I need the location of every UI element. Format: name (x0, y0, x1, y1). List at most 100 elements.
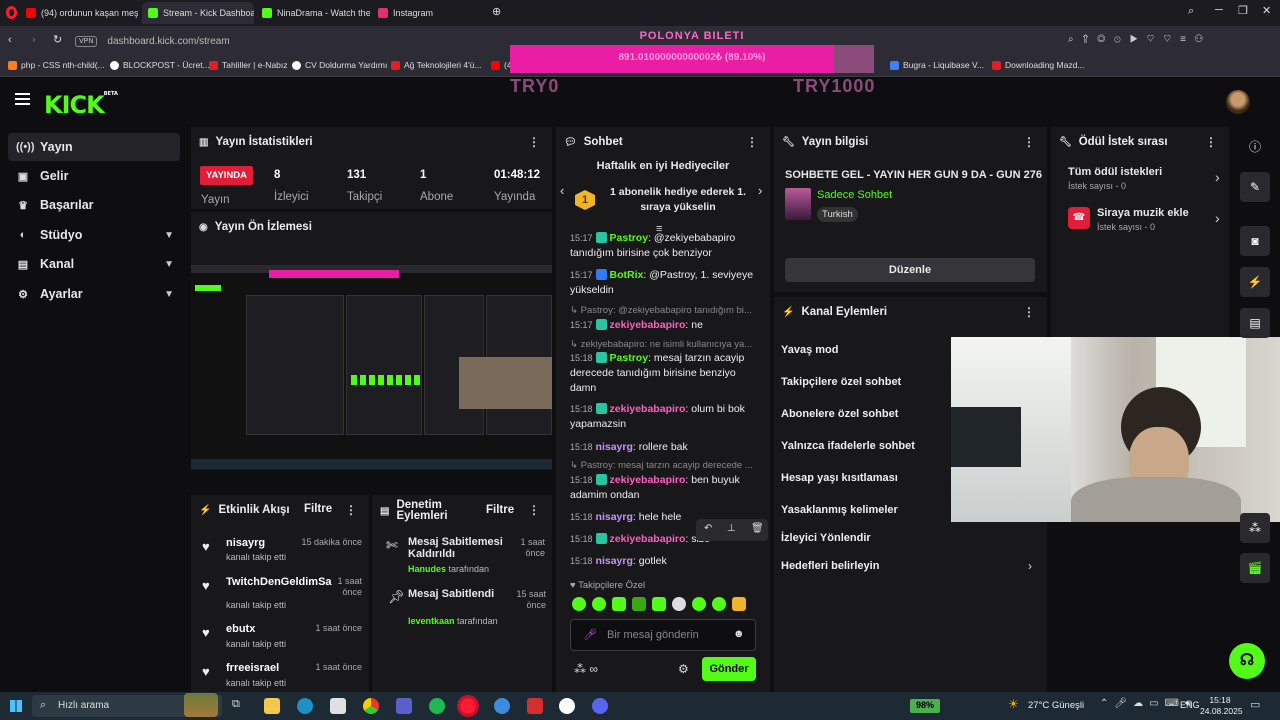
list-item[interactable]: ♥ TwitchDenGeldimSa kanalı takip etti 1 saa… (200, 576, 362, 616)
chat-message[interactable]: 15:18 zekiyebabapiro: ben buyuk adamim on… (570, 473, 756, 503)
stream-preview-video[interactable] (191, 265, 552, 469)
action-emote-only[interactable]: Yalnızca ifadelerle sohbet (781, 440, 915, 452)
bookmark-item[interactable]: Tahliller | e-Nabız (209, 60, 288, 70)
reward-item-music[interactable]: ☎ Siraya muzik ekle İstek sayısı - 0 › (1051, 205, 1229, 237)
emote-icon[interactable] (572, 597, 586, 611)
share-icon[interactable]: ⁂ (1240, 513, 1270, 543)
chat-username[interactable]: zekiyebabapiro (610, 319, 686, 331)
browser-toolbar-icons[interactable]: ⌕⇪◎⊙▶♡♡≡⚇ (1068, 34, 1212, 45)
language-indicator[interactable]: ENG (1180, 700, 1200, 710)
battery-indicator[interactable]: 98% (910, 699, 941, 713)
more-icon[interactable]: ⋮ (1023, 135, 1035, 149)
emote-icon[interactable] (692, 597, 706, 611)
chat-username[interactable]: nisayrg (596, 511, 633, 523)
sidebar-item-ayarlar[interactable]: ⚙ Ayarlar ▼ (8, 280, 180, 308)
action-banned-words[interactable]: Yasaklanmış kelimeler (781, 504, 898, 516)
windows-start-icon[interactable] (10, 700, 22, 712)
chat-message[interactable]: 15:17 zekiyebabapiro: ne (570, 318, 756, 333)
emote-icon[interactable] (592, 597, 606, 611)
spotify-icon[interactable] (429, 698, 445, 714)
search-tabs-icon[interactable]: ⌕ (1188, 5, 1194, 18)
sidebar-item-gelir[interactable]: ▣ Gelir (8, 162, 180, 190)
bookmark-item[interactable]: Ağ Teknolojileri 4'ü... (391, 60, 482, 70)
chat-username[interactable]: Pastroy (610, 232, 649, 244)
chat-reply-preview[interactable]: ↳ Pastroy: @zekiyebabapiro tanıdığım bi.… (570, 305, 756, 316)
chat-message[interactable]: 15:18 Pastroy: mesaj tarzın acayip derece… (570, 351, 756, 396)
app-icon[interactable] (494, 698, 510, 714)
chat-username[interactable]: BotRix (610, 269, 644, 281)
new-tab-icon[interactable]: ⊕ (492, 5, 501, 18)
emote-icon[interactable] (712, 597, 726, 611)
chevron-left-icon[interactable]: ‹ (560, 183, 564, 198)
notes-icon[interactable]: ▤ (1240, 308, 1270, 338)
more-icon[interactable]: ⋮ (528, 503, 540, 517)
chat-message[interactable]: 15:17 BotRix: @Pastroy, 1. seviyeye yükse… (570, 268, 756, 298)
discord-icon[interactable] (592, 698, 608, 714)
back-icon[interactable]: ‹ (8, 34, 12, 46)
list-item[interactable]: ♥ ebutx kanalı takip etti 1 saat önce (200, 623, 362, 653)
clock[interactable]: 15:18 24.08.2025 (1200, 695, 1243, 717)
chat-reply-preview[interactable]: ↳ zekiyebabapiro: ne isimli kullanıcıya … (570, 339, 756, 350)
action-subscribers-only[interactable]: Abonelere özel sohbet (781, 408, 898, 420)
bookmark-item[interactable]: Bugra - Liquibase V... (890, 60, 984, 70)
tab-youtube[interactable]: (94) ordunun kaşan meşhu (20, 2, 138, 24)
edit-button[interactable]: Düzenle (785, 258, 1035, 282)
chat-settings-icon[interactable]: ⚙ (678, 662, 689, 676)
clapper-icon[interactable]: 🎬︎ (1240, 553, 1270, 583)
tab-ninadrama[interactable]: NinaDrama - Watch the V (256, 2, 370, 24)
file-explorer-icon[interactable] (264, 698, 280, 714)
send-button[interactable]: Gönder (702, 657, 756, 681)
filter-button[interactable]: Filtre (486, 504, 514, 516)
emote-icon[interactable] (672, 597, 686, 611)
kick-logo[interactable]: KICKBETA (44, 91, 118, 119)
chat-username[interactable]: Pastroy (610, 352, 649, 364)
filter-button[interactable]: Filtre (304, 503, 332, 515)
app-icon[interactable] (559, 698, 575, 714)
maximize-icon[interactable]: ❐ (1238, 4, 1248, 17)
more-icon[interactable]: ⋮ (1023, 305, 1035, 319)
chat-reply-preview[interactable]: ↳ Pastroy: mesaj tarzın acayip derecede … (570, 460, 756, 471)
vpn-badge[interactable]: VPN (75, 35, 98, 47)
pin-icon[interactable]: ⊥ (727, 523, 736, 534)
chat-tools-icon[interactable]: ⁂ ∞ (574, 662, 598, 676)
edit-icon[interactable]: ✎ (1240, 172, 1270, 202)
emote-icon[interactable] (652, 597, 666, 611)
chat-message[interactable]: 15:18 nisayrg: rollere bak (570, 440, 756, 455)
chrome-icon[interactable] (363, 698, 379, 714)
list-item[interactable]: ♥ nisayrg kanalı takip etti 15 dakika önce (200, 537, 362, 567)
bookmark-item[interactable]: (4 (491, 60, 512, 70)
action-host[interactable]: İzleyici Yönlendir (781, 532, 871, 544)
emote-icon[interactable] (612, 597, 626, 611)
lightning-icon[interactable]: ⚡ (1240, 267, 1270, 297)
chat-input[interactable]: 🎤︎ Bir mesaj gönderin ☻ (570, 619, 756, 651)
menu-icon[interactable] (15, 93, 30, 105)
chat-username[interactable]: zekiyebabapiro (610, 533, 686, 545)
close-window-icon[interactable]: ✕ (1262, 4, 1271, 17)
info-icon[interactable]: ⓘ (1240, 131, 1270, 161)
delete-icon[interactable]: 🗑︎ (751, 523, 764, 534)
chat-message[interactable]: 15:17 Pastroy: @zekiyebabapiro tanıdığım … (570, 231, 756, 261)
more-icon[interactable]: ⋮ (746, 135, 758, 149)
chat-username[interactable]: zekiyebabapiro (610, 474, 686, 486)
teams-icon[interactable] (396, 698, 412, 714)
chat-username[interactable]: nisayrg (596, 441, 633, 453)
microphone-icon[interactable]: 🎤︎ (583, 628, 597, 641)
sidebar-item-yayin[interactable]: ((•)) Yayın (8, 133, 180, 161)
action-followers-only[interactable]: Takipçilere özel sohbet (781, 376, 901, 388)
emote-icon[interactable] (632, 597, 646, 611)
sidebar-item-basarilar[interactable]: ♛ Başarılar (8, 191, 180, 219)
store-icon[interactable] (330, 698, 346, 714)
chevron-right-icon[interactable]: › (758, 183, 762, 198)
list-item[interactable]: ♥ frreeisrael kanalı takip etti 1 saat önce (200, 662, 362, 690)
more-icon[interactable]: ⋮ (1205, 135, 1217, 149)
emote-icon[interactable] (732, 597, 746, 611)
chat-message[interactable]: 15:18 zekiyebabapiro: olum bi bok yapamaz… (570, 402, 756, 432)
opera-logo-icon[interactable] (6, 6, 17, 19)
sidebar-item-studyo[interactable]: ◐ Stüdyo ▼ (8, 221, 180, 249)
more-icon[interactable]: ⋮ (528, 135, 540, 149)
bookmark-item[interactable]: BLOCKPOST - Ücret... (110, 60, 210, 70)
category-link[interactable]: Sadece Sohbet (817, 189, 892, 201)
reward-item-all[interactable]: Tüm ödül istekleri İstek sayısı - 0 › (1051, 163, 1229, 195)
taskbar-search[interactable]: ⌕ Hızlı arama (32, 693, 222, 717)
camera-icon[interactable]: ◙ (1240, 226, 1270, 256)
